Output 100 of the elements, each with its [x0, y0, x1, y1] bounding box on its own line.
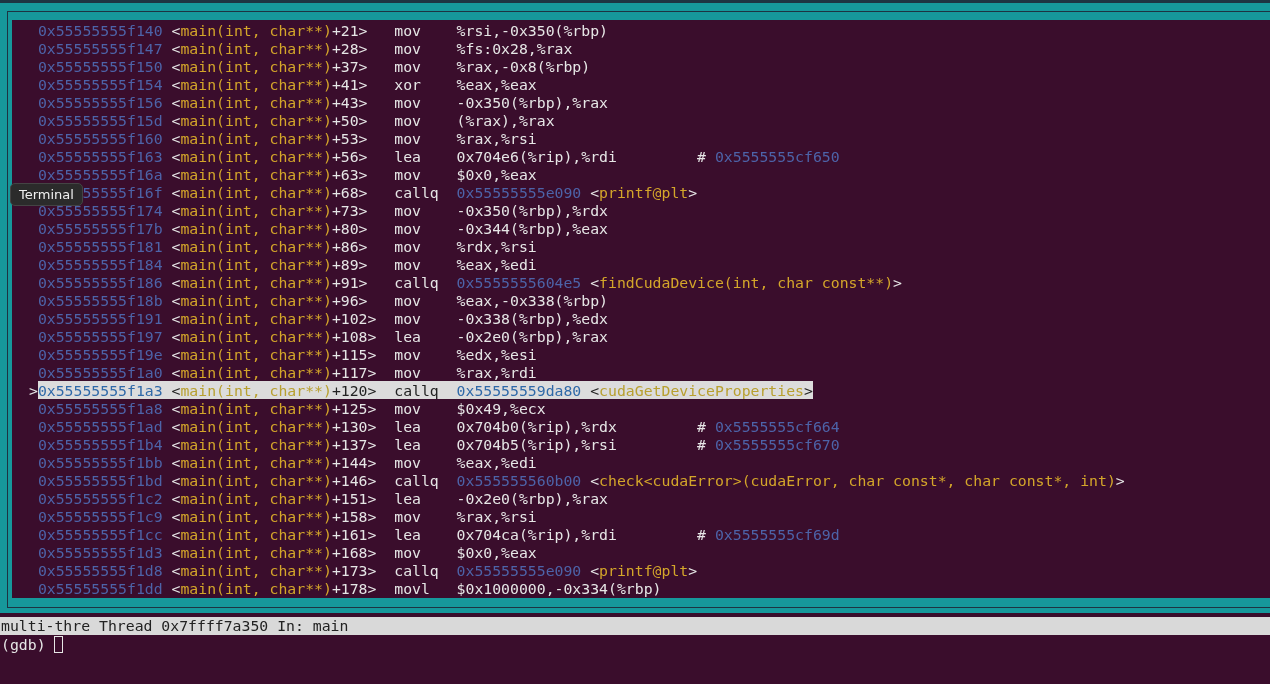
asm-line[interactable]: 0x55555555f186 <main(int, char**)+91> callq 0x5555555604e5 <findCudaDevice(int, char const**)>: [37, 273, 902, 291]
comment-address: 0x5555555cf664: [714, 417, 840, 435]
address-text: 0x55555555f1b4: [37, 435, 163, 453]
operands: -0x2e0(%rbp),%rax: [456, 489, 609, 507]
asm-line[interactable]: 0x55555555f18b <main(int, char**)+96> mov %eax,-0x338(%rbp): [37, 291, 698, 309]
asm-line[interactable]: 0x55555555f160 <main(int, char**)+53> mov %rax,%rsi: [37, 129, 698, 147]
address-text: 0x55555555f140: [37, 21, 163, 39]
function-offset: <main(int, char**)+102>: [171, 309, 378, 327]
mnemonic: mov: [394, 399, 422, 417]
mnemonic: mov: [394, 291, 422, 309]
operands: 0x704ca(%rip),%rdi: [456, 525, 618, 543]
function-offset: <main(int, char**)+178>: [171, 579, 378, 597]
address-text: 0x55555555f186: [37, 273, 163, 291]
call-target-address: 0x55555559da80: [456, 381, 582, 399]
asm-line[interactable]: 0x55555555f15d <main(int, char**)+50> mov (%rax),%rax: [37, 111, 698, 129]
tooltip: Terminal: [10, 183, 83, 206]
address-text: 55555f16f: [82, 183, 163, 201]
function-offset: <main(int, char**)+115>: [171, 345, 378, 363]
asm-line[interactable]: 0x55555555f1cc <main(int, char**)+161> lea 0x704ca(%rip),%rdi # 0x5555555cf69d: [37, 525, 840, 543]
mnemonic: mov: [394, 507, 422, 525]
function-offset: <main(int, char**)+125>: [171, 399, 378, 417]
asm-line[interactable]: 0x55555555f1a0 <main(int, char**)+117> mov %rax,%rdi: [37, 363, 698, 381]
asm-line[interactable]: 0x55555555f181 <main(int, char**)+86> mov %rdx,%rsi: [37, 237, 698, 255]
function-offset: <main(int, char**)+89>: [171, 255, 369, 273]
asm-line[interactable]: 0x55555555f147 <main(int, char**)+28> mov %fs:0x28,%rax: [37, 39, 698, 57]
mnemonic: mov: [394, 93, 422, 111]
address-text: 0x55555555f181: [37, 237, 163, 255]
address-text: 0x55555555f17b: [37, 219, 163, 237]
mnemonic: lea: [394, 327, 422, 345]
function-offset: <main(int, char**)+144>: [171, 453, 378, 471]
asm-line[interactable]: 0x55555555f1dd <main(int, char**)+178> movl $0x1000000,-0x334(%rbp): [37, 579, 698, 597]
address-text: 0x55555555f191: [37, 309, 163, 327]
function-offset: <main(int, char**)+21>: [171, 21, 369, 39]
mnemonic: lea: [394, 147, 422, 165]
function-offset: <main(int, char**)+50>: [171, 111, 369, 129]
mnemonic: mov: [394, 363, 422, 381]
function-offset: <main(int, char**)+73>: [171, 201, 369, 219]
asm-line[interactable]: 0x55555555f1c2 <main(int, char**)+151> lea -0x2e0(%rbp),%rax: [37, 489, 698, 507]
mnemonic: xor: [394, 75, 422, 93]
address-text: 0x55555555f1d3: [37, 543, 163, 561]
comment-address: 0x5555555cf670: [714, 435, 840, 453]
address-text: 0x55555555f16a: [37, 165, 163, 183]
asm-line[interactable]: 0x55555555f191 <main(int, char**)+102> mov -0x338(%rbp),%edx: [37, 309, 698, 327]
address-text: 0x55555555f1ad: [37, 417, 163, 435]
call-target-address: 0x55555555e090: [456, 183, 582, 201]
operands: -0x350(%rbp),%rdx: [456, 201, 609, 219]
operands: -0x350(%rbp),%rax: [456, 93, 609, 111]
function-offset: <main(int, char**)+43>: [171, 93, 369, 111]
asm-line[interactable]: 0x55555555f1d8 <main(int, char**)+173> callq 0x55555555e090 <printf@plt>: [37, 561, 698, 579]
mnemonic: mov: [394, 453, 422, 471]
mnemonic: lea: [394, 489, 422, 507]
asm-line[interactable]: 0x55555555f17b <main(int, char**)+80> mov -0x344(%rbp),%eax: [37, 219, 698, 237]
operands: (%rax),%rax: [456, 111, 556, 129]
address-text: 0x55555555f197: [37, 327, 163, 345]
address-text: 0x55555555f1a8: [37, 399, 163, 417]
function-offset: <main(int, char**)+96>: [171, 291, 369, 309]
function-offset: <main(int, char**)+41>: [171, 75, 369, 93]
asm-line[interactable]: 0x55555555f19e <main(int, char**)+115> mov %edx,%esi: [37, 345, 698, 363]
comment-mark: #: [697, 147, 706, 165]
mnemonic: lea: [394, 435, 422, 453]
asm-line[interactable]: 0x55555555f197 <main(int, char**)+108> lea -0x2e0(%rbp),%rax: [37, 327, 698, 345]
address-text: 0x55555555f1bd: [37, 471, 163, 489]
function-offset: <main(int, char**)+161>: [171, 525, 378, 543]
asm-line[interactable]: 0x55555555f16a <main(int, char**)+63> mov $0x0,%eax: [37, 165, 698, 183]
asm-line[interactable]: 0x55555555f150 <main(int, char**)+37> mov %rax,-0x8(%rbp): [37, 57, 698, 75]
operands: %rax,%rdi: [456, 363, 538, 381]
asm-line[interactable]: 0x55555555f140 <main(int, char**)+21> mov %rsi,-0x350(%rbp): [37, 21, 698, 39]
asm-line[interactable]: 0x55555555f163 <main(int, char**)+56> lea 0x704e6(%rip),%rdi # 0x5555555cf650: [37, 147, 840, 165]
address-text: 0x55555555f160: [37, 129, 163, 147]
asm-line[interactable]: 0x55555555f184 <main(int, char**)+89> mov %eax,%edi: [37, 255, 698, 273]
function-offset: <main(int, char**)+151>: [171, 489, 378, 507]
function-offset: <main(int, char**)+168>: [171, 543, 378, 561]
call-target-address: 0x55555555e090: [456, 561, 582, 579]
address-text: 0x55555555f1d8: [37, 561, 163, 579]
operands: %eax,%edi: [456, 453, 538, 471]
address-text: 0x55555555f18b: [37, 291, 163, 309]
address-text: 0x55555555f1dd: [37, 579, 163, 597]
operands: %edx,%esi: [456, 345, 538, 363]
asm-line[interactable]: 0x55555555f1bb <main(int, char**)+144> mov %eax,%edi: [37, 453, 698, 471]
asm-line[interactable]: 0x55555555f1a8 <main(int, char**)+125> mov $0x49,%ecx: [37, 399, 698, 417]
function-offset: <main(int, char**)+117>: [171, 363, 378, 381]
address-text: 0x55555555f156: [37, 93, 163, 111]
asm-line[interactable]: 0x55555555f154 <main(int, char**)+41> xor %eax,%eax: [37, 75, 698, 93]
asm-line[interactable]: 0x55555555f1bd <main(int, char**)+146> callq 0x555555560b00 <check<cudaError>(cudaError, char const*, char const*, int)>: [37, 471, 1125, 489]
asm-line[interactable]: 0x55555555f1ad <main(int, char**)+130> lea 0x704b0(%rip),%rdx # 0x5555555cf664: [37, 417, 840, 435]
mnemonic: mov: [394, 201, 422, 219]
function-offset: <main(int, char**)+80>: [171, 219, 369, 237]
mnemonic: mov: [394, 21, 422, 39]
address-text: 0x55555555f154: [37, 75, 163, 93]
operands: 0x704e6(%rip),%rdi: [456, 147, 618, 165]
call-symbol: <printf@plt>: [590, 183, 698, 201]
asm-line[interactable]: 0x55555555f1c9 <main(int, char**)+158> mov %rax,%rsi: [37, 507, 698, 525]
comment-mark: #: [697, 525, 706, 543]
function-offset: <main(int, char**)+158>: [171, 507, 378, 525]
operands: -0x2e0(%rbp),%rax: [456, 327, 609, 345]
mnemonic: callq: [394, 183, 440, 201]
asm-line[interactable]: 0x55555555f1b4 <main(int, char**)+137> lea 0x704b5(%rip),%rsi # 0x5555555cf670: [37, 435, 840, 453]
mnemonic: mov: [394, 237, 422, 255]
asm-line[interactable]: 0x55555555f1d3 <main(int, char**)+168> mov $0x0,%eax: [37, 543, 698, 561]
asm-line[interactable]: 0x55555555f156 <main(int, char**)+43> mov -0x350(%rbp),%rax: [37, 93, 698, 111]
